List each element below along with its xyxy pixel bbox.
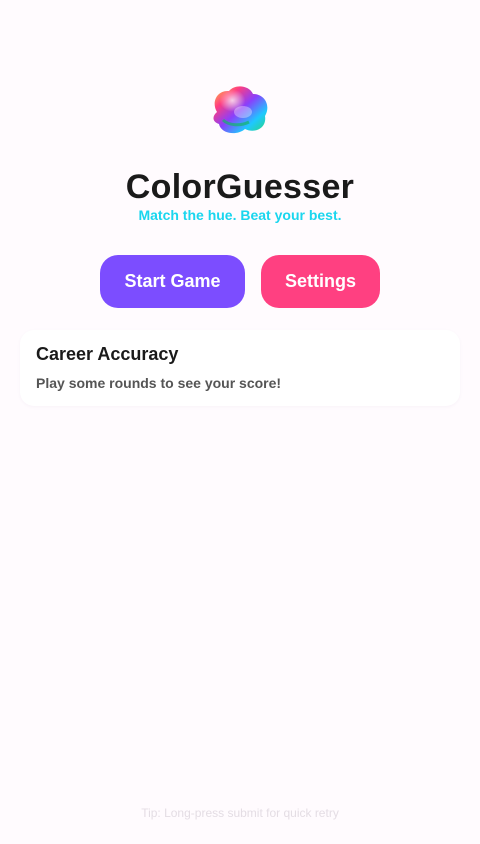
start-game-button[interactable]: Start Game bbox=[100, 255, 245, 308]
home-screen: ColorGuesser Match the hue. Beat your be… bbox=[0, 0, 480, 844]
career-accuracy-card: Career Accuracy Play some rounds to see … bbox=[20, 330, 460, 406]
app-title: ColorGuesser bbox=[125, 168, 355, 206]
career-accuracy-message: Play some rounds to see your score! bbox=[36, 375, 282, 391]
app-tagline: Match the hue. Beat your best. bbox=[138, 207, 342, 223]
footer-tip: Tip: Long-press submit for quick retry bbox=[141, 806, 339, 820]
career-accuracy-title: Career Accuracy bbox=[36, 344, 179, 364]
iridescent-blob-icon bbox=[213, 86, 268, 134]
settings-button[interactable]: Settings bbox=[261, 255, 380, 308]
